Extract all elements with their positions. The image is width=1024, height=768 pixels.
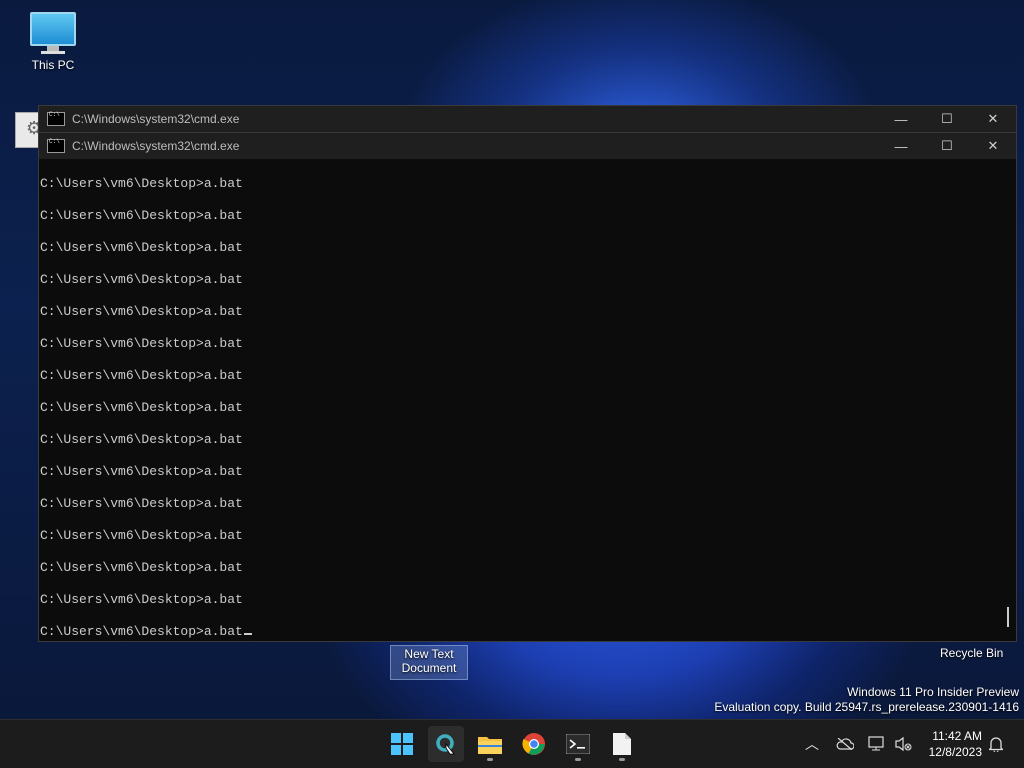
console-line: C:\Users\vm6\Desktop>a.bat [40, 336, 243, 351]
console-line: C:\Users\vm6\Desktop>a.bat [40, 368, 243, 383]
terminal-icon [566, 734, 590, 754]
console-line: C:\Users\vm6\Desktop>a.bat [40, 528, 243, 543]
console-output[interactable]: C:\Users\vm6\Desktop>a.bat C:\Users\vm6\D… [39, 159, 998, 641]
this-pc-icon [18, 12, 88, 54]
volume-button[interactable] [890, 720, 916, 768]
network-icon [868, 736, 884, 751]
search-button[interactable] [428, 726, 464, 762]
console-line: C:\Users\vm6\Desktop>a.bat [40, 176, 243, 191]
network-button[interactable] [864, 720, 890, 768]
file-explorer-button[interactable] [472, 726, 508, 762]
start-button[interactable] [384, 726, 420, 762]
watermark-line: Windows 11 Pro Insider Preview [847, 685, 1019, 699]
console-line: C:\Users\vm6\Desktop>a.bat [40, 496, 243, 511]
minimize-button[interactable]: — [878, 106, 924, 132]
window-title: C:\Windows\system32\cmd.exe [72, 112, 240, 126]
chrome-icon [522, 733, 545, 755]
cmd-window[interactable]: C:\Windows\system32\cmd.exe — ☐ ✕ C:\Use… [38, 132, 1017, 642]
console-line: C:\Users\vm6\Desktop>a.bat [40, 208, 243, 223]
maximize-button[interactable]: ☐ [924, 133, 970, 159]
console-line: C:\Users\vm6\Desktop>a.bat [40, 464, 243, 479]
cloud-off-icon [836, 738, 854, 750]
text-cursor [243, 633, 252, 635]
console-line: C:\Users\vm6\Desktop>a.bat [40, 400, 243, 415]
close-button[interactable]: ✕ [970, 133, 1016, 159]
console-line: C:\Users\vm6\Desktop>a.bat [40, 623, 998, 655]
console-line: C:\Users\vm6\Desktop>a.bat [40, 304, 243, 319]
scrollbar[interactable] [998, 159, 1016, 641]
minimize-button[interactable]: — [878, 133, 924, 159]
clock[interactable]: 11:42 AM 12/8/2023 [929, 728, 982, 760]
console-line: C:\Users\vm6\Desktop>a.bat [40, 592, 243, 607]
onedrive-button[interactable] [832, 720, 858, 768]
console-line: C:\Users\vm6\Desktop>a.bat [40, 240, 243, 255]
chrome-button[interactable] [516, 726, 552, 762]
console-line: C:\Users\vm6\Desktop>a.bat [40, 432, 243, 447]
maximize-button[interactable]: ☐ [924, 106, 970, 132]
cmd-app-icon [47, 138, 65, 153]
clock-date: 12/8/2023 [928, 745, 982, 759]
clock-time: 11:42 AM [932, 729, 982, 743]
chevron-up-icon: ︿ [805, 736, 819, 752]
file-icon [613, 733, 631, 755]
cmd-app-icon [47, 111, 65, 126]
window-titlebar[interactable]: C:\Windows\system32\cmd.exe — ☐ ✕ [39, 106, 1016, 132]
windows-start-icon [391, 733, 413, 755]
bell-icon [989, 737, 1003, 752]
window-titlebar[interactable]: C:\Windows\system32\cmd.exe — ☐ ✕ [39, 133, 1016, 159]
scrollbar-thumb[interactable] [1007, 607, 1009, 627]
close-button[interactable]: ✕ [970, 106, 1016, 132]
taskbar: ︿ 11:42 AM 12/8/2023 [0, 719, 1024, 768]
desktop-icon-label: This PC [31, 58, 75, 72]
show-hidden-icons-button[interactable]: ︿ [800, 720, 824, 768]
desktop-icon-new-text-document[interactable]: New Text Document [390, 645, 468, 680]
watermark-line: Evaluation copy. Build 25947.rs_prerelea… [714, 700, 1019, 714]
notepad-button[interactable] [604, 726, 640, 762]
terminal-button[interactable] [560, 726, 596, 762]
window-title: C:\Windows\system32\cmd.exe [72, 139, 240, 153]
desktop-icon-label: New Text Document [401, 647, 457, 675]
console-line: C:\Users\vm6\Desktop>a.bat [40, 272, 243, 287]
desktop-icon-label: Recycle Bin [940, 646, 1004, 660]
desktop-icon-this-pc[interactable]: This PC [18, 12, 88, 73]
file-explorer-icon [478, 737, 502, 754]
volume-muted-icon [895, 736, 912, 752]
windows-watermark: Windows 11 Pro Insider Preview Evaluatio… [714, 685, 1019, 715]
desktop-icon-recycle-bin[interactable]: Recycle Bin [940, 646, 1003, 660]
notifications-button[interactable] [984, 720, 1008, 768]
console-line: C:\Users\vm6\Desktop>a.bat [40, 560, 243, 575]
search-icon [436, 734, 455, 755]
